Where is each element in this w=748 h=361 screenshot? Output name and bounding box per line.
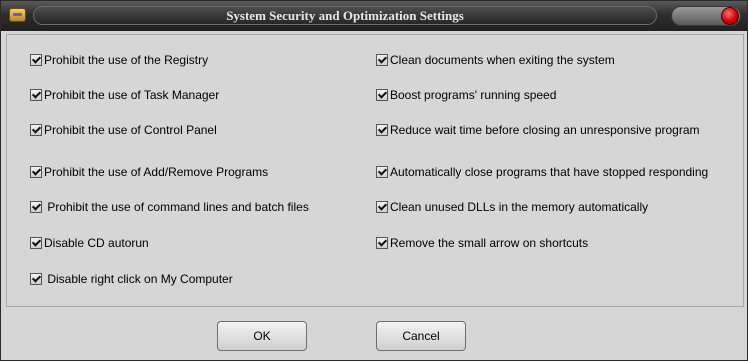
- option-reduce-wait-time[interactable]: Reduce wait time before closing an unres…: [376, 122, 700, 138]
- option-disable-right-click[interactable]: Disable right click on My Computer: [30, 271, 233, 287]
- title-bar[interactable]: System Security and Optimization Setting…: [1, 1, 747, 31]
- checkbox-prohibit-command-lines[interactable]: [30, 201, 42, 213]
- option-label: Prohibit the use of Task Manager: [44, 88, 220, 102]
- option-prohibit-control-panel[interactable]: Prohibit the use of Control Panel: [30, 122, 217, 138]
- option-remove-shortcut-arrow[interactable]: Remove the small arrow on shortcuts: [376, 235, 588, 251]
- window-title: System Security and Optimization Setting…: [33, 6, 657, 25]
- app-icon[interactable]: [9, 8, 26, 22]
- checkbox-prohibit-add-remove[interactable]: [30, 166, 42, 178]
- option-label: Boost programs' running speed: [390, 88, 557, 102]
- option-label: Prohibit the use of command lines and ba…: [44, 200, 309, 214]
- options-panel: Prohibit the use of the Registry Prohibi…: [6, 34, 744, 307]
- checkbox-prohibit-registry[interactable]: [30, 54, 42, 66]
- option-label: Automatically close programs that have s…: [390, 165, 709, 179]
- option-label: Clean documents when exiting the system: [390, 53, 615, 67]
- checkbox-disable-cd-autorun[interactable]: [30, 237, 42, 249]
- checkbox-auto-close-programs[interactable]: [376, 166, 388, 178]
- checkbox-prohibit-control-panel[interactable]: [30, 124, 42, 136]
- checkbox-clean-unused-dlls[interactable]: [376, 201, 388, 213]
- ok-button[interactable]: OK: [217, 321, 307, 351]
- option-label: Prohibit the use of Add/Remove Programs: [44, 165, 269, 179]
- option-label: Disable right click on My Computer: [44, 272, 233, 286]
- checkbox-clean-documents[interactable]: [376, 54, 388, 66]
- checkbox-disable-right-click[interactable]: [30, 273, 42, 285]
- option-clean-documents[interactable]: Clean documents when exiting the system: [376, 52, 615, 68]
- cancel-button[interactable]: Cancel: [376, 321, 466, 351]
- checkbox-prohibit-task-manager[interactable]: [30, 89, 42, 101]
- settings-window: System Security and Optimization Setting…: [0, 0, 748, 361]
- close-icon[interactable]: [721, 7, 739, 25]
- option-clean-unused-dlls[interactable]: Clean unused DLLs in the memory automati…: [376, 199, 648, 215]
- checkbox-reduce-wait-time[interactable]: [376, 124, 388, 136]
- option-prohibit-add-remove[interactable]: Prohibit the use of Add/Remove Programs: [30, 164, 268, 180]
- checkbox-boost-speed[interactable]: [376, 89, 388, 101]
- option-label: Disable CD autorun: [44, 236, 149, 250]
- option-label: Remove the small arrow on shortcuts: [390, 236, 589, 250]
- option-label: Prohibit the use of Control Panel: [44, 123, 217, 137]
- option-label: Clean unused DLLs in the memory automati…: [390, 200, 649, 214]
- option-prohibit-registry[interactable]: Prohibit the use of the Registry: [30, 52, 208, 68]
- option-auto-close-programs[interactable]: Automatically close programs that have s…: [376, 164, 708, 180]
- option-disable-cd-autorun[interactable]: Disable CD autorun: [30, 235, 149, 251]
- option-prohibit-task-manager[interactable]: Prohibit the use of Task Manager: [30, 87, 219, 103]
- option-boost-speed[interactable]: Boost programs' running speed: [376, 87, 556, 103]
- option-label: Prohibit the use of the Registry: [44, 53, 209, 67]
- checkbox-remove-shortcut-arrow[interactable]: [376, 237, 388, 249]
- option-prohibit-command-lines[interactable]: Prohibit the use of command lines and ba…: [30, 199, 309, 215]
- option-label: Reduce wait time before closing an unres…: [390, 123, 700, 137]
